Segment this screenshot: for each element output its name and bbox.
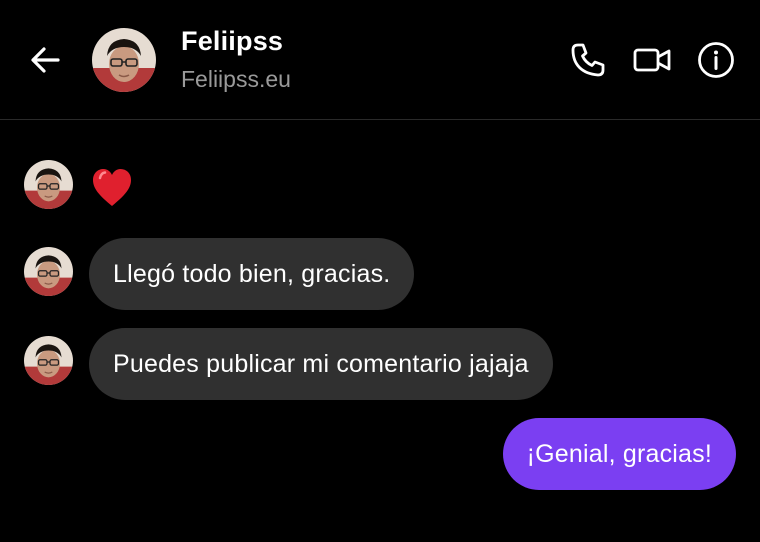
- arrow-left-icon: [31, 47, 60, 73]
- video-call-button[interactable]: [632, 40, 672, 80]
- sender-avatar[interactable]: [24, 160, 73, 209]
- message-bubble-incoming[interactable]: Puedes publicar mi comentario jajaja: [89, 328, 553, 400]
- message-bubble-incoming[interactable]: Llegó todo bien, gracias.: [89, 238, 415, 310]
- contact-avatar[interactable]: [92, 28, 156, 92]
- chat-header: Feliipss Feliipss.eu: [0, 0, 760, 120]
- back-button[interactable]: [26, 40, 66, 80]
- info-button[interactable]: [696, 40, 736, 80]
- video-camera-icon: [633, 48, 671, 72]
- phone-icon: [571, 43, 605, 77]
- message-bubble-outgoing[interactable]: ¡Genial, gracias!: [502, 418, 736, 490]
- heart-emoji-icon: [93, 169, 131, 206]
- sender-avatar[interactable]: [24, 336, 73, 385]
- contact-name[interactable]: Feliipss: [181, 26, 283, 57]
- voice-call-button[interactable]: [568, 40, 608, 80]
- info-icon: [698, 42, 734, 78]
- contact-subtitle: Feliipss.eu: [181, 66, 291, 92]
- sender-avatar[interactable]: [24, 247, 73, 296]
